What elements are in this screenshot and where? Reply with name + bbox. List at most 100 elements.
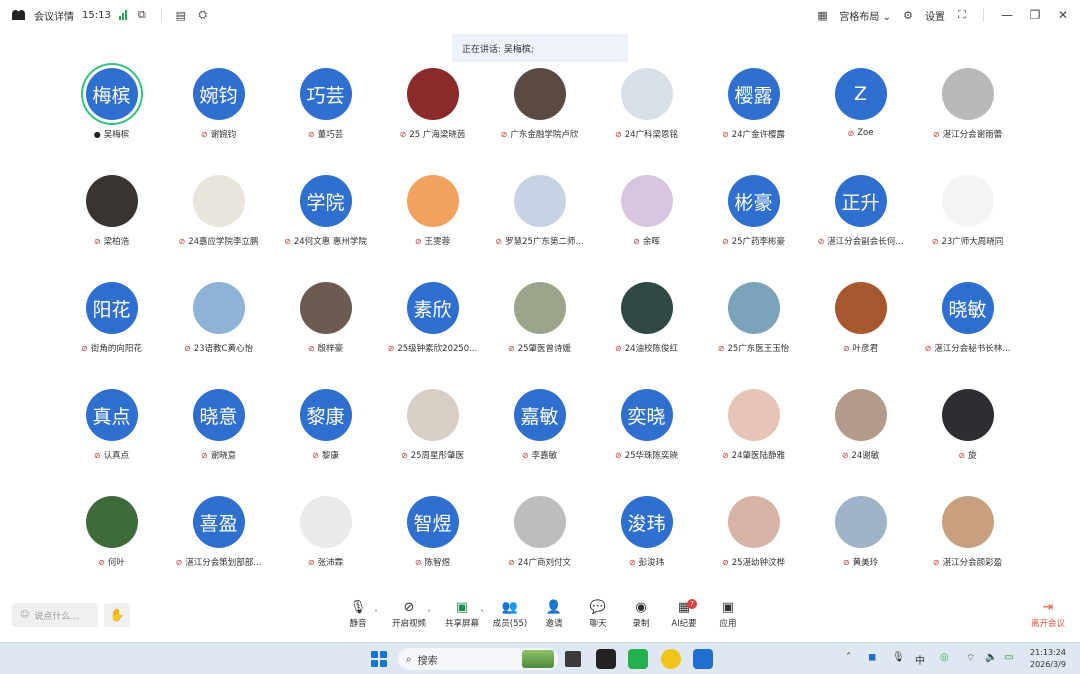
minimize-button[interactable]: — <box>998 8 1016 22</box>
mute-options-caret[interactable]: ˄ <box>374 609 378 618</box>
avatar <box>85 496 138 548</box>
participant-tile[interactable]: 晓敏 ⊘ 湛江分会秘书长林... <box>914 280 1021 387</box>
close-button[interactable]: ✕ <box>1054 8 1072 22</box>
participant-name: 殷梓豪 <box>317 344 344 354</box>
microphone-muted-icon: ⊘ <box>628 557 636 567</box>
meeting-details-link[interactable]: 会议详情 <box>34 8 74 23</box>
participant-tile[interactable]: ⊘ 24谢敏 <box>807 387 914 494</box>
participant-tile[interactable]: 梅槟 ● 吴梅槟 <box>58 66 165 173</box>
participant-tile[interactable]: ⊘ 24广科梁恩铭 <box>593 66 700 173</box>
settings-icon[interactable]: ⚙ <box>901 8 915 22</box>
participant-tile[interactable]: ⊘ 余晖 <box>593 173 700 280</box>
settings-button[interactable]: 设置 <box>925 8 945 23</box>
restore-button[interactable]: ❐ <box>1026 8 1044 22</box>
grid-layout-icon[interactable]: ▦ <box>815 8 829 22</box>
volume-icon[interactable]: 🔈 <box>985 652 997 663</box>
participant-name-row: ⊘ 25湛幼钟汶桦 <box>722 556 785 569</box>
participant-tile[interactable]: 阳花 ⊘ 街角的向阳花 <box>58 280 165 387</box>
participant-tile[interactable]: ⊘ 梁柏浩 <box>58 173 165 280</box>
participant-tile[interactable]: ⊘ 湛江分会谢雨蕾 <box>914 66 1021 173</box>
participant-tile[interactable]: ⊘ 黄美玲 <box>807 494 914 601</box>
participant-tile[interactable]: 学院 ⊘ 24何文惠 惠州学院 <box>272 173 379 280</box>
microphone-muted-icon: ⊘ <box>842 343 850 353</box>
grid-layout-button[interactable]: 宫格布局 ⌄ <box>839 8 891 23</box>
participant-tile[interactable]: ⊘ 24嘉应学院李立鹏 <box>165 173 272 280</box>
participant-tile[interactable]: ⊘ 旋 <box>914 387 1021 494</box>
participant-tile[interactable]: ⊘ 罗慧25广东第二师... <box>486 173 593 280</box>
system-clock[interactable]: 21:13:24 2026/3/9 <box>1030 647 1066 671</box>
participant-tile[interactable]: 喜盈 ⊘ 湛江分会策划部部... <box>165 494 272 601</box>
divider <box>160 8 162 22</box>
participant-tile[interactable]: ⊘ 叶彦君 <box>807 280 914 387</box>
microphone-muted-icon: ⊘ <box>399 129 407 139</box>
participant-tile[interactable]: ⊘ 24肇医陆静雅 <box>700 387 807 494</box>
participant-tile[interactable]: ⊘ 25广东医王玉怡 <box>700 280 807 387</box>
microphone-muted-icon: ⊘ <box>847 128 855 138</box>
wechat-icon[interactable] <box>628 649 648 669</box>
avatar <box>941 175 994 227</box>
translate-icon[interactable]: ⛭ <box>196 8 210 22</box>
participant-tile[interactable]: 樱露 ⊘ 24广金许樱露 <box>700 66 807 173</box>
apps-button[interactable]: ▣ 应用 <box>700 599 756 629</box>
participant-tile[interactable]: ⊘ 24油校陈俊红 <box>593 280 700 387</box>
participant-tile[interactable]: 正升 ⊘ 湛江分会副会长何... <box>807 173 914 280</box>
tencent-meeting-logo-icon <box>12 10 26 20</box>
participant-tile[interactable]: 巧芸 ⊘ 董巧芸 <box>272 66 379 173</box>
popout-icon[interactable]: ⧉ <box>135 8 149 22</box>
avatar <box>620 68 673 120</box>
video-options-caret[interactable]: ˄ <box>427 609 431 618</box>
microphone-muted-icon: ⊘ <box>312 450 319 460</box>
participant-tile[interactable]: 嘉敏 ⊘ 李嘉敏 <box>486 387 593 494</box>
participant-tile[interactable]: 浚玮 ⊘ 彭浚玮 <box>593 494 700 601</box>
quick-chat-input[interactable]: ☺ 说点什么... <box>12 603 98 627</box>
sticky-notes-icon[interactable] <box>596 649 616 669</box>
participant-name: 余晖 <box>642 237 660 247</box>
participant-tile[interactable]: 智煜 ⊘ 陈智煜 <box>379 494 486 601</box>
participant-name: 黄美玲 <box>852 558 879 568</box>
microphone-tray-icon[interactable]: 🎙 <box>892 652 905 663</box>
participant-name-row: ⊘ 25肇医曾诗媛 <box>508 342 571 355</box>
participant-tile[interactable]: 婉钧 ⊘ 谢婉钧 <box>165 66 272 173</box>
participant-name: 23语教C黄心怡 <box>193 344 253 354</box>
participant-tile[interactable]: ⊘ 张沛霖 <box>272 494 379 601</box>
leave-meeting-button[interactable]: ⇥ 离开会议 <box>1024 599 1072 629</box>
notes-icon[interactable]: ▤ <box>174 8 188 22</box>
participant-tile[interactable]: Z ⊘ Zoe <box>807 66 914 173</box>
fullscreen-icon[interactable]: ⛶ <box>955 8 969 22</box>
microphone-muted-icon: ⊘ <box>614 450 622 460</box>
microphone-muted-icon: ⊘ <box>721 450 729 460</box>
participant-tile[interactable]: ⊘ 25湛幼钟汶桦 <box>700 494 807 601</box>
ime-indicator[interactable]: 中 <box>915 652 925 667</box>
show-hidden-icons-chevron-icon[interactable]: ˄ <box>846 652 851 663</box>
participant-tile[interactable]: 晓意 ⊘ 谢晓意 <box>165 387 272 494</box>
participant-tile[interactable]: 彬豪 ⊘ 25广药李彬豪 <box>700 173 807 280</box>
battery-icon[interactable]: ▭ <box>1004 652 1013 663</box>
participant-tile[interactable]: ⊘ 湛江分会颜彩盈 <box>914 494 1021 601</box>
app-icon[interactable] <box>661 649 681 669</box>
participant-tile[interactable]: ⊘ 23语教C黄心怡 <box>165 280 272 387</box>
participant-tile[interactable]: ⊘ 25周星彤肇医 <box>379 387 486 494</box>
participant-tile[interactable]: ⊘ 王雯蓉 <box>379 173 486 280</box>
participant-tile[interactable]: ⊘ 25 广海梁晓茵 <box>379 66 486 173</box>
network-signal-icon[interactable] <box>118 10 127 20</box>
tencent-meeting-taskbar-icon[interactable] <box>693 649 713 669</box>
participant-tile[interactable]: 真点 ⊘ 认真点 <box>58 387 165 494</box>
participant-tile[interactable]: ⊘ 25肇医曾诗媛 <box>486 280 593 387</box>
participant-tile[interactable]: ⊘ 殷梓豪 <box>272 280 379 387</box>
participant-tile[interactable]: ⊘ 24广商刘付文 <box>486 494 593 601</box>
microphone-muted-icon: ⊘ <box>184 343 191 353</box>
participant-tile[interactable]: ⊘ 广东金融学院卢欣 <box>486 66 593 173</box>
windows-start-icon[interactable] <box>371 651 387 667</box>
participant-name-row: ⊘ 24嘉应学院李立鹏 <box>178 235 258 248</box>
participant-name-row: ⊘ 黎康 <box>312 449 339 462</box>
participant-tile[interactable]: ⊘ 何叶 <box>58 494 165 601</box>
participant-tile[interactable]: ⊘ 23广师大周晓同 <box>914 173 1021 280</box>
task-view-icon[interactable] <box>563 649 583 669</box>
wechat-tray-icon[interactable]: ◎ <box>940 652 949 663</box>
raise-hand-button[interactable]: ✋ <box>104 603 130 627</box>
participant-tile[interactable]: 黎康 ⊘ 黎康 <box>272 387 379 494</box>
tencent-meeting-tray-icon[interactable]: ◼ <box>868 652 876 663</box>
wifi-icon[interactable]: ⌔ <box>966 652 975 665</box>
participant-tile[interactable]: 奕晓 ⊘ 25华珠陈奕晓 <box>593 387 700 494</box>
participant-tile[interactable]: 素欣 ⊘ 25级钟素欣20250... <box>379 280 486 387</box>
